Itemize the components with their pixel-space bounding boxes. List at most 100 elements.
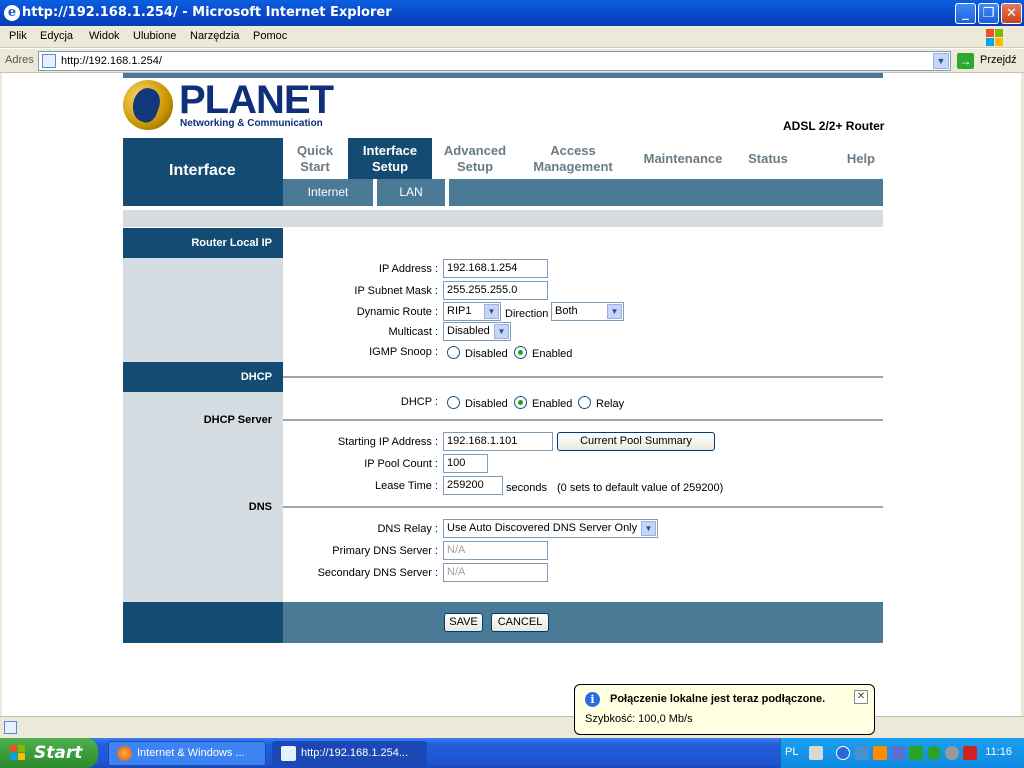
network-icon[interactable] [855,746,869,760]
tab-interface-setup[interactable]: Interface Setup [348,138,432,179]
dhcp-disabled-radio[interactable] [447,396,460,409]
brand-tagline: Networking & Communication [180,118,323,129]
dhcp-relay-radio[interactable] [578,396,591,409]
firefox-icon [117,746,132,761]
dhcp-enabled-label: Enabled [532,398,573,410]
label-direction: Direction [505,308,549,320]
product-name: ADSL 2/2+ Router [783,119,885,133]
label-ip-address: IP Address : [378,263,438,275]
label-primary-dns: Primary DNS Server : [332,545,438,557]
windows-logo-icon [982,26,1018,48]
save-button[interactable]: SAVE [444,613,483,632]
keyboard-icon[interactable] [809,746,823,760]
minimize-button[interactable]: _ [955,3,976,24]
menu-edit[interactable]: Edycja [40,30,73,42]
label-dns: DNS [248,501,272,513]
menu-view[interactable]: Widok [89,30,120,42]
planet-globe-icon [123,80,173,130]
igmp-disabled-label: Disabled [465,348,508,360]
dhcp-relay-label: Relay [596,398,625,410]
label-secondary-dns: Secondary DNS Server : [317,567,438,579]
primary-dns-input[interactable]: N/A [443,541,548,560]
subtab-lan[interactable]: LAN [377,179,445,206]
igmp-enabled-label: Enabled [532,348,573,360]
address-dropdown-icon[interactable]: ▼ [933,53,949,69]
ie-window-icon [281,746,296,761]
main-nav: Quick Start Interface Setup Advanced Setup … [283,138,883,179]
section-dhcp: DHCP [123,362,283,392]
footer-left [123,602,283,643]
system-tray: PL 11:16 [780,738,1024,768]
check-icon[interactable] [927,746,941,760]
taskbar-item-ie[interactable]: http://192.168.1.254... [272,741,427,766]
dhcp-disabled-label: Disabled [465,398,508,410]
current-pool-summary-button[interactable]: Current Pool Summary [557,432,715,451]
antivirus-icon[interactable] [963,746,977,760]
dhcp-enabled-radio[interactable] [514,396,527,409]
section-router-local-ip: Router Local IP [123,228,283,258]
tab-access-management[interactable]: Access Management [523,138,623,179]
lease-time-input[interactable]: 259200 [443,476,503,495]
back-arrow-icon[interactable] [836,746,850,760]
info-icon: i [585,692,600,707]
tab-status[interactable]: Status [738,138,798,179]
subtab-separator [445,179,449,206]
chevron-down-icon: ▼ [494,324,509,339]
page-status-icon [4,721,17,734]
media-player-icon[interactable] [873,746,887,760]
secondary-dns-input[interactable]: N/A [443,563,548,582]
start-button[interactable]: Start [0,738,98,768]
ip-address-input[interactable]: 192.168.1.254 [443,259,548,278]
section-title-box: Interface [123,138,283,206]
menu-tools[interactable]: Narzędzia [190,30,240,42]
page-icon [42,54,56,68]
starting-ip-input[interactable]: 192.168.1.101 [443,432,553,451]
direction-select[interactable]: Both ▼ [551,302,624,321]
menu-bar: Plik Edycja Widok Ulubione Narzędzia Pom… [0,26,1024,48]
menu-favorites[interactable]: Ulubione [133,30,176,42]
subtab-internet[interactable]: Internet [283,179,373,206]
go-arrow-icon[interactable]: → [957,53,974,69]
divider [283,419,883,421]
chevron-down-icon: ▼ [607,304,622,319]
footer-bar: SAVE CANCEL [283,602,883,643]
tray-app-icon[interactable] [945,746,959,760]
maximize-button[interactable]: ❐ [978,3,999,24]
menu-help[interactable]: Pomoc [253,30,287,42]
clock: 11:16 [985,746,1012,758]
multicast-select[interactable]: Disabled ▼ [443,322,511,341]
address-input[interactable]: http://192.168.1.254/ ▼ [38,51,951,71]
label-multicast: Multicast : [388,326,438,338]
subnet-mask-input[interactable]: 255.255.255.0 [443,281,548,300]
balloon-text: Szybkość: 100,0 Mb/s [585,713,693,725]
window-titlebar: e http://192.168.1.254/ - Microsoft Inte… [0,0,1024,26]
tab-quick-start[interactable]: Quick Start [283,138,347,179]
close-button[interactable]: ✕ [1001,3,1022,24]
tab-help[interactable]: Help [823,138,883,179]
network-connections-icon[interactable] [891,746,905,760]
start-label: Start [34,743,83,763]
tab-maintenance[interactable]: Maintenance [633,138,733,179]
taskbar: Start Internet & Windows ... http://192.… [0,738,1024,768]
network-notification-balloon[interactable]: i Połączenie lokalne jest teraz podłączo… [574,684,875,735]
lease-note: (0 sets to default value of 259200) [557,482,724,494]
label-ip-pool-count: IP Pool Count : [364,458,438,470]
language-indicator[interactable]: PL [785,746,798,758]
dns-relay-select[interactable]: Use Auto Discovered DNS Server Only ▼ [443,519,658,538]
dynamic-route-select[interactable]: RIP1 ▼ [443,302,501,321]
go-button[interactable]: Przejdź [980,54,1017,66]
ip-pool-count-input[interactable]: 100 [443,454,488,473]
balloon-close-icon[interactable]: ✕ [854,690,868,704]
igmp-enabled-radio[interactable] [514,346,527,359]
label-subnet-mask: IP Subnet Mask : [354,285,438,297]
chevron-down-icon: ▼ [484,304,499,319]
tab-advanced-setup[interactable]: Advanced Setup [435,138,515,179]
address-url: http://192.168.1.254/ [61,55,162,67]
igmp-disabled-radio[interactable] [447,346,460,359]
label-dynamic-route: Dynamic Route : [356,306,438,318]
taskbar-item-firefox[interactable]: Internet & Windows ... [108,741,266,766]
address-bar: Adres http://192.168.1.254/ ▼ → Przejdź [0,49,1024,73]
play-icon[interactable] [909,746,923,760]
cancel-button[interactable]: CANCEL [491,613,549,632]
menu-file[interactable]: Plik [9,30,27,42]
